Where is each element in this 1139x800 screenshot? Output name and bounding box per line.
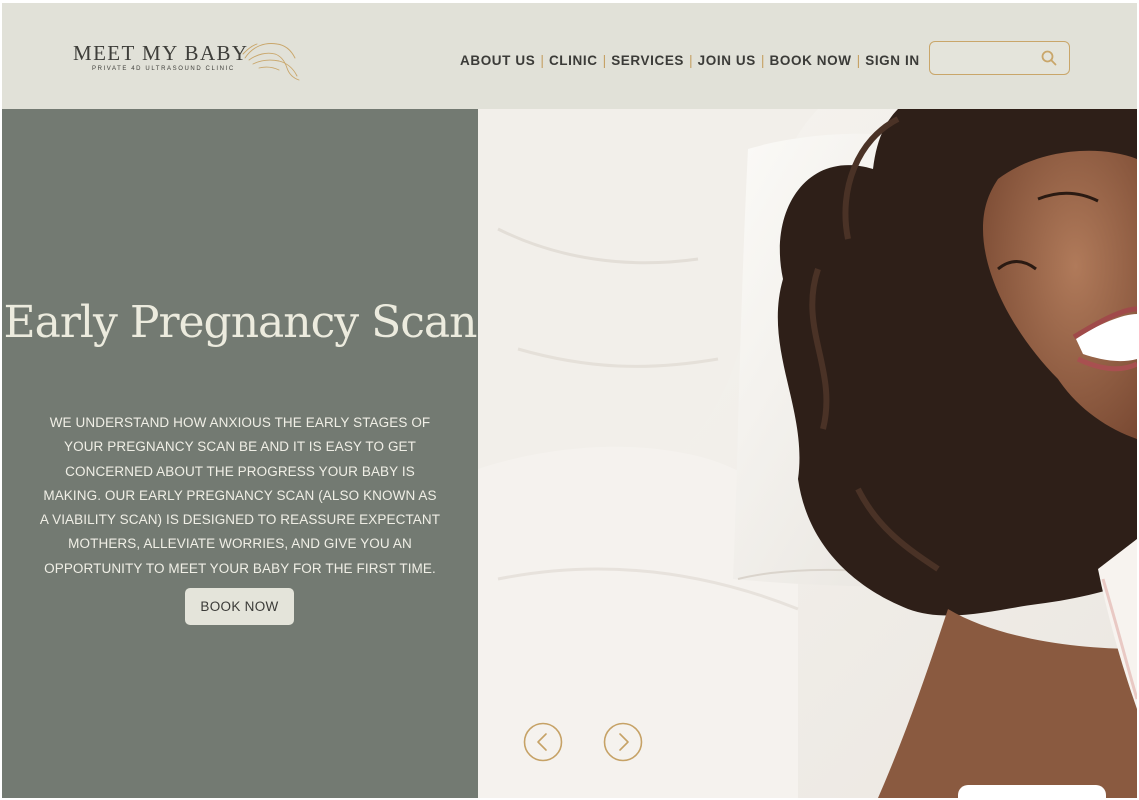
hero-text-panel: Early Pregnancy Scan WE UNDERSTAND HOW A… [2, 109, 478, 798]
nav-clinic[interactable]: CLINIC [549, 53, 598, 68]
nav-join-us[interactable]: JOIN US [698, 53, 756, 68]
site-header: MEET MY BABY PRIVATE 4D ULTRASOUND CLINI… [2, 3, 1137, 109]
nav-separator: | [856, 52, 861, 68]
bottom-widget-tab[interactable] [958, 785, 1106, 798]
hero-title: Early Pregnancy Scan [3, 297, 478, 348]
search-input[interactable] [938, 47, 1037, 69]
nav-separator: | [602, 52, 607, 68]
nav-separator: | [540, 52, 544, 68]
logo-tagline: PRIVATE 4D ULTRASOUND CLINIC [92, 66, 235, 72]
nav-sign-in[interactable]: SIGN IN [865, 53, 919, 68]
hero-photo-illustration [478, 109, 1137, 798]
nav-separator: | [760, 52, 765, 68]
hero-description: WE UNDERSTAND HOW ANXIOUS THE EARLY STAG… [39, 415, 441, 576]
search-box [929, 41, 1070, 75]
hero-image [478, 109, 1137, 798]
search-icon[interactable] [1041, 50, 1057, 66]
nav-about-us[interactable]: ABOUT US [460, 53, 535, 68]
book-now-button[interactable]: BOOK NOW [185, 588, 294, 625]
logo-title: MEET MY BABY [73, 41, 249, 65]
page: MEET MY BABY PRIVATE 4D ULTRASOUND CLINI… [2, 3, 1137, 798]
carousel-prev-button[interactable] [523, 722, 563, 762]
nav-services[interactable]: SERVICES [611, 53, 684, 68]
logo[interactable]: MEET MY BABY PRIVATE 4D ULTRASOUND CLINI… [73, 41, 313, 86]
hand-logo-icon [242, 43, 300, 81]
carousel-next-button[interactable] [603, 722, 643, 762]
nav-book-now[interactable]: BOOK NOW [770, 53, 852, 68]
nav-separator: | [689, 52, 693, 68]
main-nav: ABOUT US | CLINIC | SERVICES | JOIN US |… [460, 52, 920, 68]
